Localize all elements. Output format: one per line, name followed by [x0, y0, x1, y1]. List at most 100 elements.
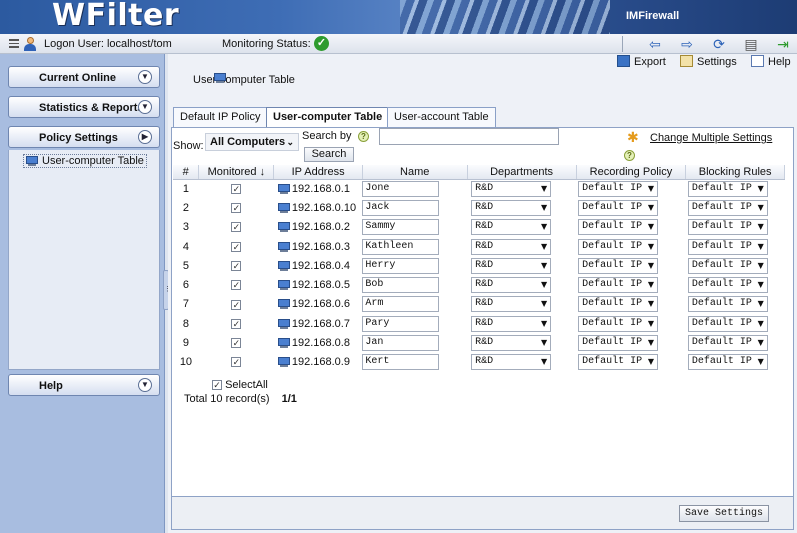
recording-policy-select[interactable]: Default IP ▼	[578, 219, 659, 236]
tab-user-computer-table[interactable]: User-computer Table	[266, 107, 390, 128]
sidebar-item-user-computer-table[interactable]: User-computer Table	[23, 154, 147, 168]
blocking-rules-select[interactable]: Default IP ▼	[687, 315, 768, 332]
blocking-rules-cell: Default IP ▼	[686, 353, 785, 372]
page-title-text: User-computer Table	[193, 74, 295, 86]
panel-current-online[interactable]: Current Online ▼	[8, 66, 160, 88]
department-select[interactable]: R&D ▼	[471, 199, 552, 216]
panel-policy-settings[interactable]: Policy Settings ▶	[8, 126, 160, 148]
dropdown-arrow-icon: ▼	[647, 241, 655, 251]
blocking-rules-cell: Default IP ▼	[686, 179, 785, 198]
blocking-rules-cell: Default IP ▼	[686, 198, 785, 217]
department-select[interactable]: R&D ▼	[471, 257, 552, 274]
name-input[interactable]: Pary	[362, 315, 440, 332]
department-select[interactable]: R&D ▼	[471, 315, 552, 332]
forward-arrow-icon[interactable]: ⇨	[678, 36, 696, 52]
column-header-num[interactable]: #	[173, 165, 200, 180]
blocking-rules-select[interactable]: Default IP ▼	[687, 257, 768, 274]
monitored-checkbox[interactable]: ✓	[231, 183, 242, 194]
recording-policy-select[interactable]: Default IP ▼	[578, 296, 659, 313]
chevron-right-icon[interactable]: ▶	[138, 130, 152, 144]
monitored-checkbox[interactable]: ✓	[231, 299, 242, 310]
monitored-checkbox[interactable]: ✓	[231, 318, 242, 329]
panel-statistics-reports[interactable]: Statistics & Reports ▼	[8, 96, 160, 118]
name-input[interactable]: Jone	[362, 180, 440, 197]
question-icon[interactable]: ?	[358, 131, 369, 142]
save-settings-button[interactable]: Save Settings	[679, 505, 769, 522]
blocking-rules-select[interactable]: Default IP ▼	[687, 238, 768, 255]
panel-label: Statistics & Reports	[39, 102, 144, 114]
print-icon[interactable]: ▤	[742, 36, 760, 52]
search-button[interactable]: Search	[304, 147, 354, 162]
question-icon[interactable]: ?	[624, 150, 635, 161]
blocking-rules-select[interactable]: Default IP ▼	[687, 219, 768, 236]
recording-policy-select[interactable]: Default IP ▼	[578, 199, 659, 216]
select-all[interactable]: ✓ SelectAll	[212, 379, 268, 391]
blocking-rules-select[interactable]: Default IP ▼	[687, 296, 768, 313]
name-input[interactable]: Herry	[362, 257, 440, 274]
back-arrow-icon[interactable]: ⇦	[646, 36, 664, 52]
recording-policy-cell: Default IP ▼	[576, 333, 686, 352]
recording-policy-select[interactable]: Default IP ▼	[578, 315, 659, 332]
column-header-ip[interactable]: IP Address	[273, 165, 363, 180]
panel-help[interactable]: Help ▼	[8, 374, 160, 396]
name-input[interactable]: Jan	[362, 335, 440, 352]
column-header-monitored[interactable]: Monitored ↓	[198, 165, 275, 180]
monitored-checkbox[interactable]: ✓	[231, 357, 242, 368]
export-button[interactable]: Export	[617, 55, 666, 69]
column-header-recording-policy[interactable]: Recording Policy	[576, 165, 687, 180]
monitored-checkbox[interactable]: ✓	[231, 338, 242, 349]
tab-user-account-table[interactable]: User-account Table	[387, 107, 496, 127]
name-cell: Jack	[362, 198, 467, 217]
recording-policy-select[interactable]: Default IP ▼	[578, 277, 659, 294]
settings-button[interactable]: Settings	[680, 55, 737, 69]
department-select[interactable]: R&D ▼	[471, 219, 552, 236]
chevron-down-icon[interactable]: ▼	[138, 100, 152, 114]
tab-default-ip-policy[interactable]: Default IP Policy	[173, 107, 268, 127]
monitored-checkbox[interactable]: ✓	[231, 203, 242, 214]
department-select[interactable]: R&D ▼	[471, 180, 552, 197]
monitored-cell: ✓	[199, 218, 274, 237]
blocking-rules-select[interactable]: Default IP ▼	[687, 277, 768, 294]
column-header-departments[interactable]: Departments	[467, 165, 577, 180]
chevron-down-icon[interactable]: ▼	[138, 378, 152, 392]
recording-policy-select[interactable]: Default IP ▼	[578, 257, 659, 274]
recording-policy-select[interactable]: Default IP ▼	[578, 238, 659, 255]
name-input[interactable]: Jack	[362, 199, 440, 216]
recording-policy-select[interactable]: Default IP ▼	[578, 180, 659, 197]
blocking-rules-select[interactable]: Default IP ▼	[687, 335, 768, 352]
help-button[interactable]: Help	[751, 55, 791, 69]
blocking-rules-select[interactable]: Default IP ▼	[687, 180, 768, 197]
name-input[interactable]: Kathleen	[362, 238, 440, 255]
dropdown-arrow-icon: ▼	[540, 202, 548, 212]
name-input[interactable]: Bob	[362, 277, 440, 294]
logout-icon[interactable]: ⇥	[774, 36, 792, 52]
department-select[interactable]: R&D ▼	[471, 238, 552, 255]
department-select[interactable]: R&D ▼	[471, 335, 552, 352]
column-header-blocking-rules[interactable]: Blocking Rules	[685, 165, 785, 180]
refresh-icon[interactable]: ⟳	[710, 36, 728, 52]
menu-icon[interactable]	[9, 39, 19, 48]
name-input[interactable]: Kert	[362, 354, 440, 371]
monitored-checkbox[interactable]: ✓	[231, 280, 242, 291]
department-select[interactable]: R&D ▼	[471, 354, 552, 371]
name-cell: Bob	[362, 275, 467, 294]
select-all-checkbox[interactable]: ✓	[212, 380, 222, 391]
department-select[interactable]: R&D ▼	[471, 296, 552, 313]
department-select[interactable]: R&D ▼	[471, 277, 552, 294]
chevron-down-icon[interactable]: ▼	[138, 70, 152, 84]
recording-policy-select[interactable]: Default IP ▼	[578, 354, 659, 371]
dropdown-arrow-icon: ▼	[757, 299, 764, 309]
column-header-name[interactable]: Name	[362, 165, 468, 180]
blocking-rules-select[interactable]: Default IP ▼	[687, 354, 768, 371]
monitored-checkbox[interactable]: ✓	[231, 260, 242, 271]
recording-policy-select[interactable]: Default IP ▼	[578, 335, 659, 352]
show-select[interactable]: All Computers ⌄	[205, 133, 299, 151]
name-input[interactable]: Sammy	[362, 219, 440, 236]
department-value: R&D	[475, 201, 494, 213]
monitored-checkbox[interactable]: ✓	[231, 222, 242, 233]
monitored-checkbox[interactable]: ✓	[231, 241, 242, 252]
search-input[interactable]	[379, 128, 559, 145]
name-input[interactable]: Arm	[362, 296, 440, 313]
blocking-rules-value: Default IP	[691, 298, 752, 310]
blocking-rules-select[interactable]: Default IP ▼	[687, 199, 768, 216]
